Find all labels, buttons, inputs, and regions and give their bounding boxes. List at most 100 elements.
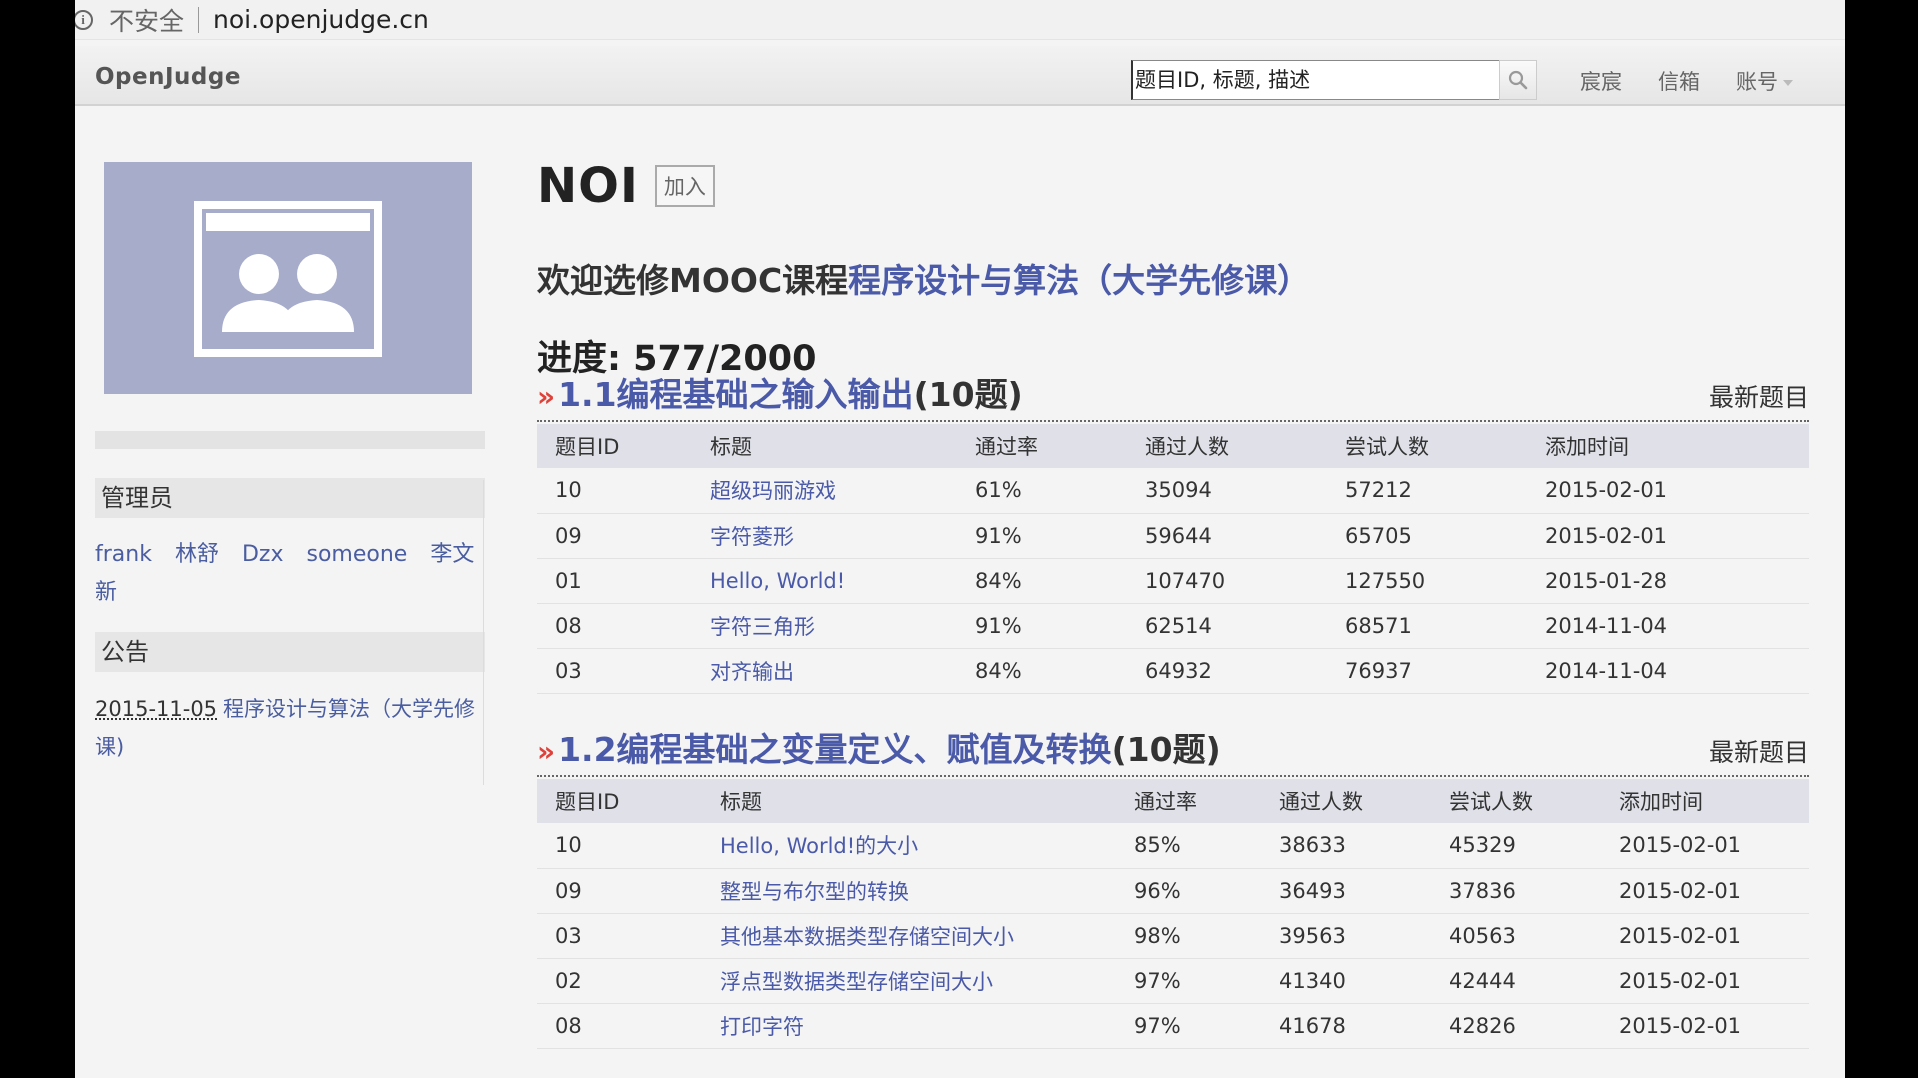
problem-id: 03 <box>555 658 582 683</box>
problem-id: 02 <box>555 968 582 993</box>
problem-title: Hello, World! <box>692 558 957 603</box>
info-icon[interactable]: i <box>75 9 93 30</box>
course-link[interactable]: 程序设计与算法（大学先修课） <box>848 261 1310 300</box>
column-header[interactable]: 通过人数 <box>1127 424 1327 468</box>
problem-id: 10 <box>555 833 582 858</box>
site-logo[interactable]: OpenJudge <box>95 64 241 90</box>
column-header[interactable]: 添加时间 <box>1601 779 1809 823</box>
passed-count: 36493 <box>1279 878 1346 903</box>
problem-link[interactable]: 字符菱形 <box>710 525 794 549</box>
group-avatar <box>104 162 472 394</box>
table-header-row: 题目ID 标题 通过率 通过人数 尝试人数 添加时间 <box>537 424 1809 468</box>
problem-link[interactable]: 整型与布尔型的转换 <box>720 880 909 904</box>
section-link[interactable]: 1.2编程基础之变量定义、赋值及转换 <box>558 730 1111 769</box>
column-header[interactable]: 标题 <box>702 779 1116 823</box>
table-row: 09 字符菱形 91% 59644 65705 2015-02-01 <box>537 513 1809 558</box>
browser-window: i 不安全 noi.openjudge.cn OpenJudge 宸宸 信箱 账… <box>75 0 1845 1078</box>
problem-link[interactable]: 其他基本数据类型存储空间大小 <box>720 925 1014 949</box>
problem-link[interactable]: 浮点型数据类型存储空间大小 <box>720 970 993 994</box>
notice-date: 2015-11-05 <box>95 697 218 721</box>
welcome-prefix: 欢迎选修MOOC课程 <box>537 261 849 300</box>
problem-link[interactable]: Hello, World!的大小 <box>720 834 918 858</box>
admin-link[interactable]: Dzx <box>242 542 284 567</box>
column-header[interactable]: 通过人数 <box>1261 779 1431 823</box>
admin-link[interactable]: someone <box>307 542 408 567</box>
address-bar[interactable]: i 不安全 noi.openjudge.cn <box>75 0 1845 40</box>
nav-mailbox[interactable]: 信箱 <box>1658 66 1700 96</box>
problem-title: 其他基本数据类型存储空间大小 <box>702 913 1116 958</box>
problem-link[interactable]: 字符三角形 <box>710 615 815 639</box>
nav-account-label: 账号 <box>1736 70 1778 94</box>
added-date: 2014-11-04 <box>1545 658 1668 683</box>
search-input[interactable] <box>1133 61 1493 99</box>
latest-problems-link[interactable]: 最新题目 <box>1709 733 1809 769</box>
problem-table: 题目ID 标题 通过率 通过人数 尝试人数 添加时间 10 超级玛丽游戏 61% 35… <box>537 424 1809 694</box>
column-header[interactable]: 添加时间 <box>1527 424 1809 468</box>
added-date: 2014-11-04 <box>1545 613 1668 638</box>
pass-rate: 85% <box>1134 833 1181 858</box>
problem-id: 01 <box>555 568 582 593</box>
notice-heading: 公告 <box>95 632 485 672</box>
section-count: (10题) <box>1111 730 1221 769</box>
column-header[interactable]: 通过率 <box>957 424 1127 468</box>
join-button[interactable]: 加入 <box>654 165 715 207</box>
column-header[interactable]: 题目ID <box>537 424 692 468</box>
problem-link[interactable]: 打印字符 <box>720 1015 804 1039</box>
latest-problems-link[interactable]: 最新题目 <box>1709 378 1809 414</box>
nav-username[interactable]: 宸宸 <box>1580 66 1622 96</box>
column-header[interactable]: 题目ID <box>537 779 702 823</box>
search-button[interactable] <box>1499 60 1537 100</box>
double-chevron-icon: » <box>537 380 555 413</box>
search-box[interactable] <box>1131 60 1503 100</box>
column-header[interactable]: 尝试人数 <box>1327 424 1527 468</box>
passed-count: 35094 <box>1145 478 1212 503</box>
attempt-count: 45329 <box>1449 833 1516 858</box>
notice-item: 2015-11-05 程序设计与算法（大学先修课) <box>95 690 485 766</box>
column-header[interactable]: 标题 <box>692 424 957 468</box>
column-header[interactable]: 尝试人数 <box>1431 779 1601 823</box>
problem-link[interactable]: 超级玛丽游戏 <box>710 479 836 503</box>
section-link[interactable]: 1.1编程基础之输入输出 <box>558 375 913 414</box>
attempt-count: 68571 <box>1345 613 1412 638</box>
problem-link[interactable]: 对齐输出 <box>710 660 794 684</box>
problem-title: 字符三角形 <box>692 603 957 648</box>
passed-count: 39563 <box>1279 923 1346 948</box>
table-row: 01 Hello, World! 84% 107470 127550 2015-01-28 <box>537 558 1809 603</box>
pass-rate: 84% <box>975 658 1022 683</box>
section-header: » 1.2编程基础之变量定义、赋值及转换(10题) 最新题目 <box>537 723 1809 777</box>
attempt-count: 37836 <box>1449 878 1516 903</box>
column-header[interactable]: 通过率 <box>1116 779 1261 823</box>
chevron-down-icon <box>1783 80 1793 86</box>
table-row: 08 打印字符 97% 41678 42826 2015-02-01 <box>537 1003 1809 1048</box>
group-placeholder-icon <box>194 201 382 357</box>
search-icon <box>1508 70 1528 90</box>
pass-rate: 98% <box>1134 923 1181 948</box>
problem-link[interactable]: Hello, World! <box>710 569 845 593</box>
problem-title: 浮点型数据类型存储空间大小 <box>702 958 1116 1003</box>
admin-link[interactable]: 林舒 <box>175 542 219 567</box>
section-title: » 1.2编程基础之变量定义、赋值及转换(10题) <box>537 723 1221 771</box>
passed-count: 38633 <box>1279 833 1346 858</box>
double-chevron-icon: » <box>537 735 555 768</box>
address-separator <box>198 6 200 33</box>
table-header-row: 题目ID 标题 通过率 通过人数 尝试人数 添加时间 <box>537 779 1809 823</box>
url-text[interactable]: noi.openjudge.cn <box>213 5 429 34</box>
admin-link[interactable]: frank <box>95 542 152 567</box>
sidebar-divider <box>483 480 484 785</box>
nav-account[interactable]: 账号 <box>1736 66 1793 96</box>
passed-count: 41340 <box>1279 968 1346 993</box>
table-row: 10 Hello, World!的大小 85% 38633 45329 2015-02-0… <box>537 823 1809 868</box>
attempt-count: 40563 <box>1449 923 1516 948</box>
user-nav: 宸宸 信箱 账号 <box>1580 66 1793 96</box>
welcome-message: 欢迎选修MOOC课程程序设计与算法（大学先修课） <box>537 254 1310 302</box>
added-date: 2015-02-01 <box>1619 878 1742 903</box>
problem-id: 08 <box>555 1013 582 1038</box>
table-row: 03 对齐输出 84% 64932 76937 2014-11-04 <box>537 648 1809 693</box>
passed-count: 59644 <box>1145 523 1212 548</box>
problem-id: 10 <box>555 478 582 503</box>
sidebar-progress-bar <box>95 431 485 449</box>
added-date: 2015-02-01 <box>1545 523 1668 548</box>
table-row: 10 超级玛丽游戏 61% 35094 57212 2015-02-01 <box>537 468 1809 513</box>
passed-count: 107470 <box>1145 568 1226 593</box>
attempt-count: 42826 <box>1449 1013 1516 1038</box>
